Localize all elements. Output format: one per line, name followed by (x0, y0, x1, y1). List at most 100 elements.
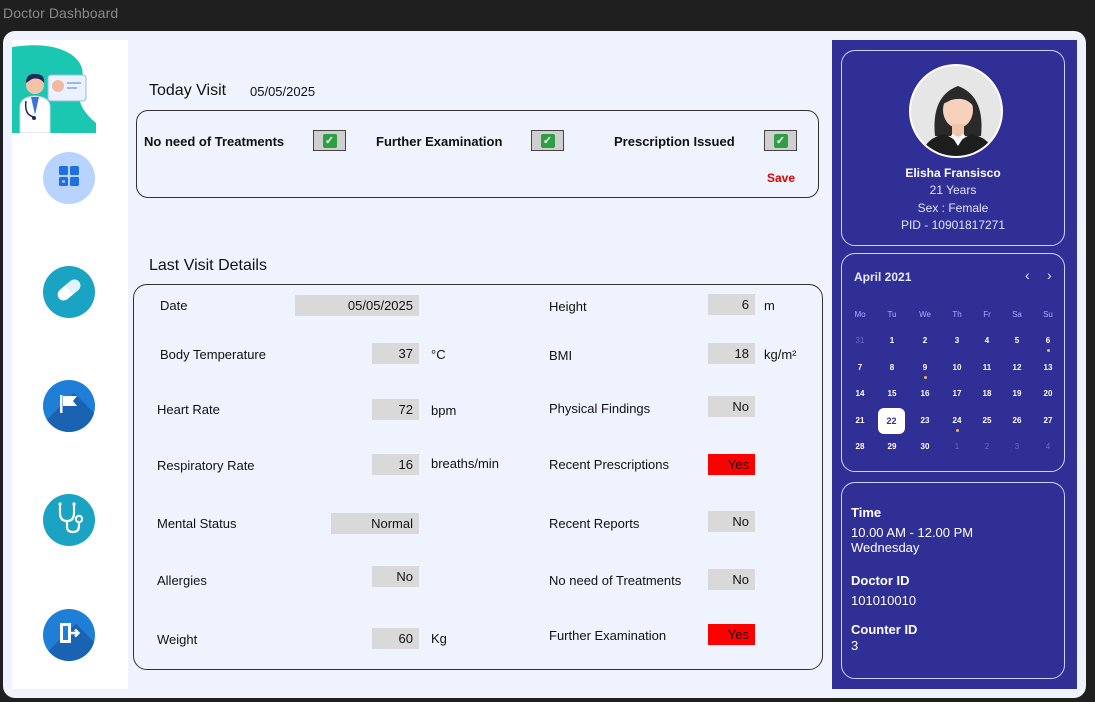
calendar-day[interactable]: 25 (975, 412, 999, 430)
stethoscope-icon (54, 501, 84, 540)
field-unit-bmi: kg/m² (764, 347, 797, 362)
calendar-weekday: Sa (1012, 310, 1022, 319)
avatar (909, 64, 1003, 158)
field-value-mental-status: Normal (331, 513, 419, 534)
calendar-day[interactable]: 30 (913, 438, 937, 456)
field-label-no-need-treatments: No need of Treatments (549, 573, 682, 588)
last-visit-panel: Date 05/05/2025 Body Temperature 37 °C H… (133, 284, 823, 670)
calendar-day[interactable]: 15 (880, 385, 904, 403)
field-value-weight: 60 (372, 628, 419, 649)
calendar-day[interactable]: 3 (1005, 438, 1029, 456)
event-dot (1046, 349, 1050, 352)
field-label-date: Date (160, 298, 188, 313)
calendar-day[interactable]: 9 (913, 359, 937, 377)
calendar-weekday: Mo (854, 310, 866, 319)
calendar-day[interactable]: 3 (945, 332, 969, 350)
check-label-no-treatment: No need of Treatments (144, 134, 285, 149)
calendar-day[interactable]: 8 (880, 359, 904, 377)
checkbox-no-treatment[interactable]: ✓ (313, 130, 346, 151)
calendar-day[interactable]: 19 (1005, 385, 1029, 403)
field-label-height: Height (549, 299, 587, 314)
patient-name: Elisha Fransisco (905, 166, 1001, 180)
field-value-allergies: No (372, 566, 419, 587)
field-label-bmi: BMI (549, 348, 573, 363)
event-dot (955, 429, 959, 432)
calendar-day[interactable]: 12 (1005, 359, 1029, 377)
checkbox-prescription[interactable]: ✓ (764, 130, 797, 151)
time-value: 10.00 AM - 12.00 PM (851, 525, 974, 540)
calendar-day[interactable]: 29 (880, 438, 904, 456)
calendar-day[interactable]: 2 (913, 332, 937, 350)
calendar-day[interactable]: 31 (848, 332, 872, 350)
app-window: Today Visit 05/05/2025 No need of Treatm… (3, 31, 1086, 698)
field-value-heart-rate: 72 (372, 399, 419, 420)
nav-medicine[interactable] (43, 266, 95, 318)
calendar-day[interactable]: 14 (848, 385, 872, 403)
calendar-day[interactable]: 27 (1036, 412, 1060, 430)
nav-examination[interactable] (43, 494, 95, 546)
calendar-day[interactable]: 1 (945, 438, 969, 456)
today-visit-heading: Today Visit (149, 82, 227, 99)
calendar-day[interactable]: 17 (945, 385, 969, 403)
field-value-further-examination: Yes (708, 624, 755, 645)
nav-logout[interactable] (43, 609, 95, 661)
calendar-weekday: Tu (887, 310, 897, 319)
counter-id-value: 3 (851, 638, 859, 653)
calendar-day[interactable]: 28 (848, 438, 872, 456)
calendar-day[interactable]: 18 (975, 385, 999, 403)
calendar-day[interactable]: 1 (880, 332, 904, 350)
save-button[interactable]: Save (767, 171, 795, 185)
calendar-day[interactable]: 6 (1036, 332, 1060, 350)
appointment-card: Time 10.00 AM - 12.00 PM Wednesday Docto… (841, 482, 1065, 679)
nav-dashboard[interactable] (43, 152, 95, 204)
today-visit-panel: No need of Treatments ✓ Further Examinat… (136, 110, 819, 198)
calendar-day[interactable]: 2 (975, 438, 999, 456)
checkbox-further-exam[interactable]: ✓ (531, 130, 564, 151)
calendar-weekday: Su (1043, 310, 1053, 319)
calendar-day[interactable]: 7 (848, 359, 872, 377)
calendar-day[interactable]: 16 (913, 385, 937, 403)
field-label-body-temperature: Body Temperature (160, 347, 266, 362)
chevron-right-icon[interactable]: › (1047, 267, 1052, 283)
field-value-date: 05/05/2025 (295, 295, 419, 316)
doctor-illustration (12, 45, 102, 134)
patient-id: PID - 10901817271 (900, 218, 1006, 232)
field-label-physical-findings: Physical Findings (549, 401, 651, 416)
check-label-further-exam: Further Examination (376, 134, 503, 149)
flag-icon (57, 392, 81, 421)
field-label-respiratory-rate: Respiratory Rate (157, 458, 255, 473)
calendar-day[interactable]: 24 (945, 412, 969, 430)
chevron-left-icon[interactable]: ‹ (1025, 267, 1030, 283)
patient-age: 21 Years (929, 183, 977, 197)
calendar-day[interactable]: 13 (1036, 359, 1060, 377)
field-value-body-temperature: 37 (372, 343, 419, 364)
calendar-day[interactable]: 5 (1005, 332, 1029, 350)
nav-reports[interactable] (43, 380, 95, 432)
field-label-recent-reports: Recent Reports (549, 516, 640, 531)
field-value-physical-findings: No (708, 396, 755, 417)
check-icon: ✓ (773, 133, 788, 148)
field-value-recent-reports: No (708, 511, 755, 532)
today-visit-date: 05/05/2025 (250, 84, 316, 99)
calendar-day[interactable]: 23 (913, 412, 937, 430)
field-unit-respiratory-rate: breaths/min (431, 456, 499, 471)
calendar-day[interactable]: 21 (848, 412, 872, 430)
calendar-weekday: We (919, 310, 931, 319)
patient-sex: Sex : Female (917, 201, 989, 215)
dashboard-icon (58, 165, 80, 192)
patient-card: Elisha Fransisco 21 Years Sex : Female P… (841, 50, 1065, 246)
field-label-heart-rate: Heart Rate (157, 402, 220, 417)
calendar-day[interactable]: 4 (1036, 438, 1060, 456)
calendar-day-selected[interactable]: 22 (878, 408, 905, 434)
calendar-day[interactable]: 11 (975, 359, 999, 377)
field-label-weight: Weight (157, 632, 198, 647)
field-label-further-examination: Further Examination (549, 628, 667, 643)
field-value-respiratory-rate: 16 (372, 454, 419, 475)
calendar-day[interactable]: 4 (975, 332, 999, 350)
calendar-day[interactable]: 20 (1036, 385, 1060, 403)
calendar-day[interactable]: 26 (1005, 412, 1029, 430)
time-day: Wednesday (851, 540, 920, 555)
field-label-recent-prescriptions: Recent Prescriptions (549, 457, 669, 472)
logout-icon (57, 621, 81, 650)
calendar-day[interactable]: 10 (945, 359, 969, 377)
